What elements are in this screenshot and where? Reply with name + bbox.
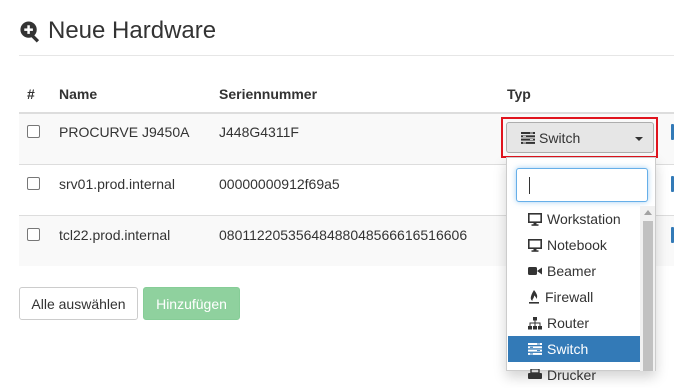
dropdown-option-label: Drucker [547,367,597,383]
monitor-icon [528,212,542,226]
zoom-in-icon [20,20,40,42]
sitemap-icon [528,316,542,329]
dropdown-option-firewall[interactable]: Firewall [508,284,640,310]
row-checkbox[interactable] [27,125,40,138]
scroll-up-icon[interactable] [644,210,652,215]
page-title-block: Neue Hardware [19,17,216,45]
dropdown-search-input[interactable] [516,168,648,202]
dropdown-option-notebook[interactable]: Notebook [508,232,640,258]
dropdown-option-beamer[interactable]: Beamer [508,258,640,284]
dropdown-option-label: Firewall [545,289,594,305]
page-title: Neue Hardware [48,17,217,44]
row-name: srv01.prod.internal [59,176,175,192]
row-checkbox[interactable] [27,228,40,241]
printer-icon [528,368,542,379]
dropdown-option-label: Workstation [547,211,621,227]
row-name: tcl22.prod.internal [59,227,171,243]
dropdown-option-label: Beamer [547,263,597,279]
add-button[interactable]: Hinzufügen [143,287,240,320]
switch-icon [528,343,542,355]
dropdown-option-label: Notebook [547,237,607,253]
dropdown-option-switch[interactable]: Switch [508,336,640,362]
highlight-box [501,117,658,158]
dropdown-scrollbar-thumb[interactable] [643,221,653,371]
fire-icon [529,290,539,304]
column-header-name: Name [59,86,98,102]
dropdown-option-drucker[interactable]: Drucker [508,362,640,388]
title-divider [19,55,674,56]
row-serial: 00000000912f69a5 [219,176,340,192]
row-serial: 08011220535648488048566616516606 [219,227,468,243]
dropdown-option-label: Router [547,315,590,331]
dropdown-option-label: Switch [547,341,589,357]
column-header-type: Typ [507,86,531,102]
video-camera-icon [528,267,542,275]
select-all-button[interactable]: Alle auswählen [19,287,138,320]
row-name: PROCURVE J9450A [59,124,190,140]
dropdown-option-router[interactable]: Router [508,310,640,336]
monitor-icon [528,238,542,252]
row-serial: J448G4311F [219,124,299,140]
column-header-serial: Seriennummer [219,86,318,102]
row-checkbox[interactable] [27,177,40,190]
dropdown-option-workstation[interactable]: Workstation [508,206,640,232]
text-cursor [529,177,530,194]
column-header-number: # [27,86,35,102]
